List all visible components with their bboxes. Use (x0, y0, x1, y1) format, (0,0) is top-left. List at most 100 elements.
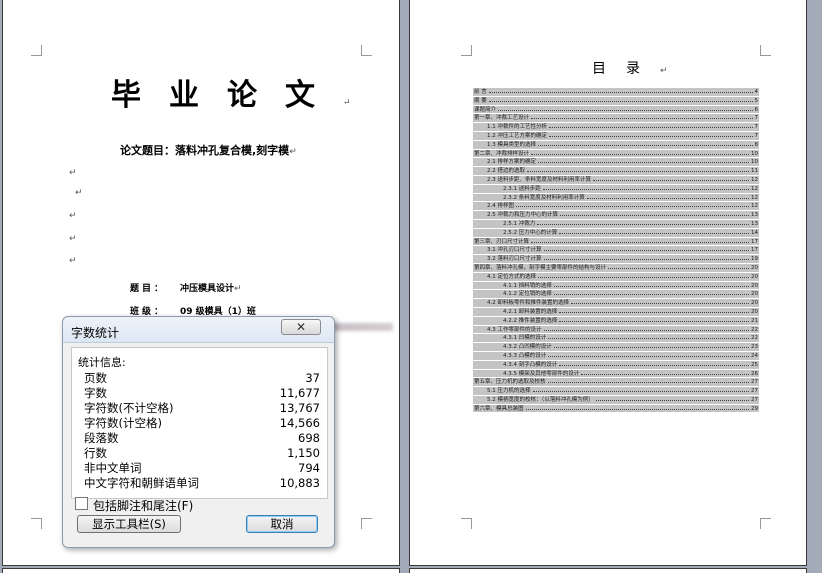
toc-leader-dots (489, 92, 753, 93)
toc-entry-text: 第四章、落料冲孔模，刻字模主要零部件的结构与设计 (474, 264, 607, 271)
toc-entry[interactable]: 4.1.1 挡料销的选择 20 (473, 281, 759, 291)
toc-entry-page: 14 (751, 229, 758, 236)
toc-entry[interactable]: 课题简介 6 (473, 105, 759, 115)
toc-entry-text: 4.3.1 凹模的设计 (503, 335, 547, 342)
toc-leader-dots (560, 215, 749, 217)
toc-entry[interactable]: 4.1 定位方式的选择 20 (473, 272, 759, 282)
toc-entry[interactable]: 2.5.1 冲裁力 13 (473, 219, 759, 229)
toc-entry-page: 12 (751, 185, 758, 192)
stat-row: 段落数 698 (84, 431, 320, 445)
toc-leader-dots (544, 259, 749, 261)
toc-entry-text: 5.1 压力机的选择 (487, 388, 531, 395)
paragraph-mark: ↵ (69, 168, 77, 178)
crop-mark (31, 518, 42, 529)
toc-entry[interactable]: 2.5 冲裁力和压力中心的计算 13 (473, 211, 759, 220)
toc-entry-page: 17 (751, 247, 758, 254)
toc-entry[interactable]: 前 言 4 (473, 88, 759, 97)
dialog-titlebar[interactable]: 字数统计 ✕ (63, 317, 334, 343)
toc-entry[interactable]: 4.2 卸料板零件和推件装置的选择 20 (473, 299, 759, 308)
toc-entry[interactable]: 1.3 模具类型的选择 8 (473, 140, 759, 150)
toc-entry[interactable]: 第二章、冲裁排样设计 10 (473, 149, 759, 159)
cancel-button[interactable]: 取消 (246, 515, 318, 533)
toc-entry[interactable]: 3.2 落料刃口尺寸计算 19 (473, 255, 759, 264)
toc-entry[interactable]: 4.1.2 定位销的选择 20 (473, 290, 759, 300)
toc-leader-dots (527, 171, 749, 173)
close-icon: ✕ (295, 320, 307, 334)
include-footnotes-label[interactable]: 包括脚注和尾注(F) (93, 497, 193, 514)
toc-entry[interactable]: 第五章、压力机的选取及校核 27 (473, 378, 759, 388)
toc-entry[interactable]: 第四章、落料冲孔模，刻字模主要零部件的结构与设计 20 (473, 263, 759, 273)
toc-entry[interactable]: 第六章、模具总装图 29 (473, 404, 759, 414)
toc-entry-text: 2.5.2 压力中心的计算 (503, 229, 558, 236)
toc-leader-dots (543, 188, 749, 190)
crop-mark (760, 518, 771, 529)
stat-row: 中文字符和朝鲜语单词 10,883 (84, 476, 320, 490)
stat-row: 行数 1,150 (84, 446, 320, 460)
toc-entry[interactable]: 2.3.2 条料宽度及材料利用率计算 12 (473, 193, 759, 203)
toc-entry-page: 20 (751, 308, 758, 315)
crop-mark (361, 45, 372, 56)
toc-entry-page: 13 (751, 220, 758, 227)
toc-entry[interactable]: 4.3 工作零部件的设计 22 (473, 325, 759, 335)
stat-row: 字数 11,677 (84, 386, 320, 400)
stat-row: 页数 37 (84, 371, 320, 385)
toc-leader-dots (538, 162, 749, 164)
toc-entry-text: 2.5.1 冲裁力 (503, 220, 536, 227)
toc-entry[interactable]: 1.1 冲裁件的工艺性分析 7 (473, 123, 759, 132)
toc-entry-text: 2.5 冲裁力和压力中心的计算 (487, 212, 558, 219)
toc-entry[interactable]: 2.1 排样方案的确定 10 (473, 158, 759, 168)
toc-entry[interactable]: 4.3.2 凸凹模的设计 23 (473, 343, 759, 352)
toc-entry-text: 课题简介 (474, 106, 497, 113)
toc-leader-dots (571, 303, 749, 305)
toc-entry-page: 22 (751, 335, 758, 342)
toc-entry-page: 20 (751, 282, 758, 289)
toc-entry[interactable]: 第三章、刃口尺寸计算 17 (473, 237, 759, 247)
toc-leader-dots (498, 109, 753, 111)
toc-entry-text: 前 言 (474, 89, 487, 95)
toc-entry[interactable]: 2.5.2 压力中心的计算 14 (473, 228, 759, 238)
toc-entry[interactable]: 4.3.1 凹模的设计 22 (473, 334, 759, 344)
toc-leader-dots (544, 329, 749, 331)
next-page-edge (2, 568, 400, 573)
toc-leader-dots (549, 127, 753, 129)
toc-entry-text: 4.3 工作零部件的设计 (487, 326, 542, 333)
show-toolbar-button[interactable]: 显示工具栏(S) (77, 515, 181, 533)
statistics-label: 统计信息: (78, 356, 126, 369)
toc-entry-page: 7 (754, 132, 759, 139)
paragraph-mark: ↵ (75, 188, 83, 198)
toc-entry[interactable]: 2.4 排样图 12 (473, 202, 759, 212)
close-button[interactable]: ✕ (281, 319, 321, 335)
toc-entry[interactable]: 4.2.2 推件装置的选择 21 (473, 316, 759, 326)
toc-entry[interactable]: 5.2 模柄宽度的校核：（以落料冲孔模为例） 27 (473, 395, 759, 405)
toc-entry[interactable]: 1.2 冲压工艺方案的确定 7 (473, 131, 759, 141)
toc-entry-text: 摘 要 (474, 97, 487, 104)
toc-entry[interactable]: 5.1 压力机的选择 27 (473, 387, 759, 396)
toc-entry-text: 3.1 冲孔刃口尺寸计算 (487, 247, 542, 254)
toc-entry[interactable]: 摘 要 5 (473, 96, 759, 106)
toc-entry-text: 4.3.5 模架及其他零部件的设计 (503, 370, 580, 377)
toc-entry[interactable]: 3.1 冲孔刃口尺寸计算 17 (473, 246, 759, 256)
toc-entry-page: 4 (754, 89, 759, 95)
toc-entry[interactable]: 第一章、冲裁工艺设计 7 (473, 114, 759, 124)
toc-entry[interactable]: 4.3.4 刻字凸模的设计 25 (473, 360, 759, 370)
toc-entry[interactable]: 4.2.1 卸料装置的选择 20 (473, 307, 759, 317)
toc-entry-page: 6 (754, 106, 759, 113)
toc-entry[interactable]: 2.3.1 送料步距 12 (473, 184, 759, 194)
toc-leader-dots (559, 232, 749, 234)
toc-entry[interactable]: 2.2 搭边的选取 11 (473, 167, 759, 176)
toc-entry-page: 12 (751, 194, 758, 201)
table-of-contents: 前 言4摘 要 5 课题简介 6 第一章、冲裁工艺设计 7 1.1 冲裁件的工艺性分析 7 1.… (473, 88, 759, 414)
toc-leader-dots (544, 250, 749, 252)
thesis-title: 毕业论文↵ (111, 78, 351, 113)
toc-entry-page: 27 (751, 396, 758, 403)
toc-leader-dots (516, 206, 749, 208)
toc-entry[interactable]: 4.3.5 模架及其他零部件的设计 26 (473, 369, 759, 379)
toc-entry-page: 26 (751, 370, 758, 377)
toc-entry-text: 1.2 冲压工艺方案的确定 (487, 132, 547, 139)
toc-leader-dots (559, 311, 749, 313)
toc-entry[interactable]: 2.3 送料步距、条料宽度及材料利用率计算 12 (473, 175, 759, 185)
toc-entry[interactable]: 4.3.3 凸模的设计 24 (473, 351, 759, 361)
toc-leader-dots (548, 382, 749, 384)
toc-leader-dots (554, 294, 749, 296)
include-footnotes-checkbox[interactable] (75, 497, 88, 510)
